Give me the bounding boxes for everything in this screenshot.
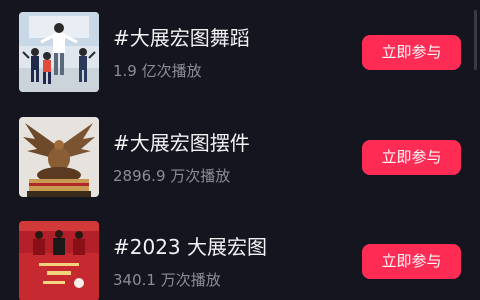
join-button[interactable]: 立即参与: [362, 244, 461, 279]
greeting-thumbnail[interactable]: [19, 221, 99, 300]
list-item[interactable]: #大展宏图摆件 2896.9 万次播放 立即参与: [0, 117, 480, 197]
eagle-statue-image: [19, 117, 99, 197]
topic-list: #大展宏图舞蹈 1.9 亿次播放 立即参与 #大展宏图摆件 2896.9 万次播…: [0, 0, 480, 300]
topic-title: #大展宏图摆件: [113, 131, 250, 155]
play-count: 340.1 万次播放: [113, 271, 221, 289]
join-button[interactable]: 立即参与: [362, 35, 461, 70]
list-item[interactable]: #2023 大展宏图 340.1 万次播放 立即参与: [0, 221, 480, 300]
topic-title: #2023 大展宏图: [113, 235, 268, 259]
new-year-greeting-image: [19, 221, 99, 300]
topic-title: #大展宏图舞蹈: [113, 26, 250, 50]
eagle-thumbnail[interactable]: [19, 117, 99, 197]
join-button[interactable]: 立即参与: [362, 140, 461, 175]
dance-group-image: [19, 12, 99, 92]
scrollbar[interactable]: [474, 10, 477, 70]
play-count: 2896.9 万次播放: [113, 167, 231, 185]
list-item[interactable]: #大展宏图舞蹈 1.9 亿次播放 立即参与: [0, 12, 480, 92]
dance-thumbnail[interactable]: [19, 12, 99, 92]
play-count: 1.9 亿次播放: [113, 62, 202, 80]
